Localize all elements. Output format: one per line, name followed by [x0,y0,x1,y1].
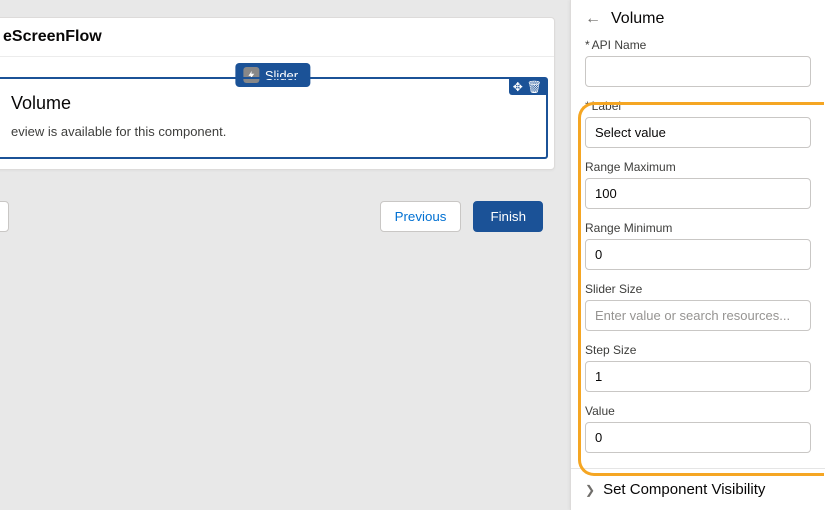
properties-panel: ← Volume API Name Label Range Maximum Ra… [570,0,825,510]
chevron-right-icon: ❯ [585,483,595,497]
previous-button[interactable]: Previous [380,201,462,232]
panel-header: ← Volume [571,0,825,34]
slider-size-input[interactable] [585,300,811,331]
range-min-input[interactable] [585,239,811,270]
panel-title: Volume [611,10,664,28]
finish-button[interactable]: Finish [473,201,543,232]
field-label: Label [585,99,811,148]
field-slider-size: Slider Size [585,282,811,331]
field-step-size: Step Size [585,343,811,392]
field-range-max: Range Maximum [585,160,811,209]
delete-icon[interactable]: 🗑 [527,81,542,93]
step-size-label: Step Size [585,343,811,357]
screen-title: eScreenFlow [0,18,554,57]
preview-note: eview is available for this component. [11,124,534,139]
component-wrap: Slider ✥ 🗑 Volume eview is available for… [0,77,554,169]
field-range-min: Range Minimum [585,221,811,270]
accordion-visibility[interactable]: ❯ Set Component Visibility [571,468,825,510]
back-arrow-icon[interactable]: ← [585,10,601,28]
label-input[interactable] [585,117,811,148]
step-size-input[interactable] [585,361,811,392]
field-api-name: API Name [585,38,811,87]
range-max-label: Range Maximum [585,160,811,174]
range-max-input[interactable] [585,178,811,209]
screen-panel: eScreenFlow Slider ✥ 🗑 Volume eview is a… [0,17,555,170]
panel-body: API Name Label Range Maximum Range Minim… [571,34,825,453]
range-min-label: Range Minimum [585,221,811,235]
value-input[interactable] [585,422,811,453]
field-value: Value [585,404,811,453]
accordion-label: Set Component Visibility [603,481,765,498]
pause-button-partial[interactable]: e [0,201,9,232]
api-name-label: API Name [585,38,811,52]
footer-buttons: e Previous Finish [0,195,555,238]
selected-component[interactable]: ✥ 🗑 Volume eview is available for this c… [0,77,548,159]
api-name-input[interactable] [585,56,811,87]
canvas-area: eScreenFlow Slider ✥ 🗑 Volume eview is a… [0,0,570,510]
selection-handles: ✥ 🗑 [509,79,546,95]
label-label: Label [585,99,811,113]
value-label: Value [585,404,811,418]
move-icon[interactable]: ✥ [513,81,523,93]
slider-size-label: Slider Size [585,282,811,296]
component-label: Volume [11,93,534,114]
